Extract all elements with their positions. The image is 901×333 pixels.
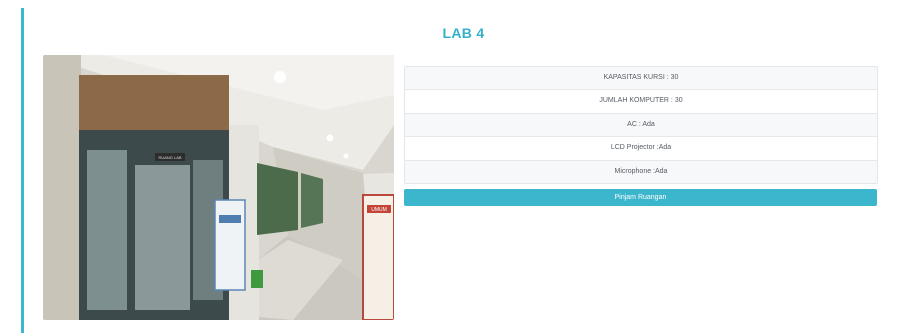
room-details-card: KAPASITAS KURSI : 30 JUMLAH KOMPUTER : 3… bbox=[404, 66, 878, 184]
left-accent-border bbox=[21, 8, 24, 333]
room-photo: RUANG LAB UMUM bbox=[43, 55, 394, 320]
detail-row-ac: AC : Ada bbox=[405, 113, 877, 138]
detail-row-microphone: Microphone :Ada bbox=[405, 160, 877, 183]
banner-text: UMUM bbox=[371, 207, 387, 213]
door-sign-text: RUANG LAB bbox=[158, 155, 181, 160]
page-title: LAB 4 bbox=[442, 25, 485, 41]
detail-row-lcd-projector: LCD Projector :Ada bbox=[405, 137, 877, 161]
borrow-room-button[interactable]: Pinjam Ruangan bbox=[404, 189, 877, 206]
detail-row-kapasitas: KAPASITAS KURSI : 30 bbox=[405, 67, 877, 91]
detail-row-jumlah-komputer: JUMLAH KOMPUTER : 30 bbox=[405, 90, 877, 114]
